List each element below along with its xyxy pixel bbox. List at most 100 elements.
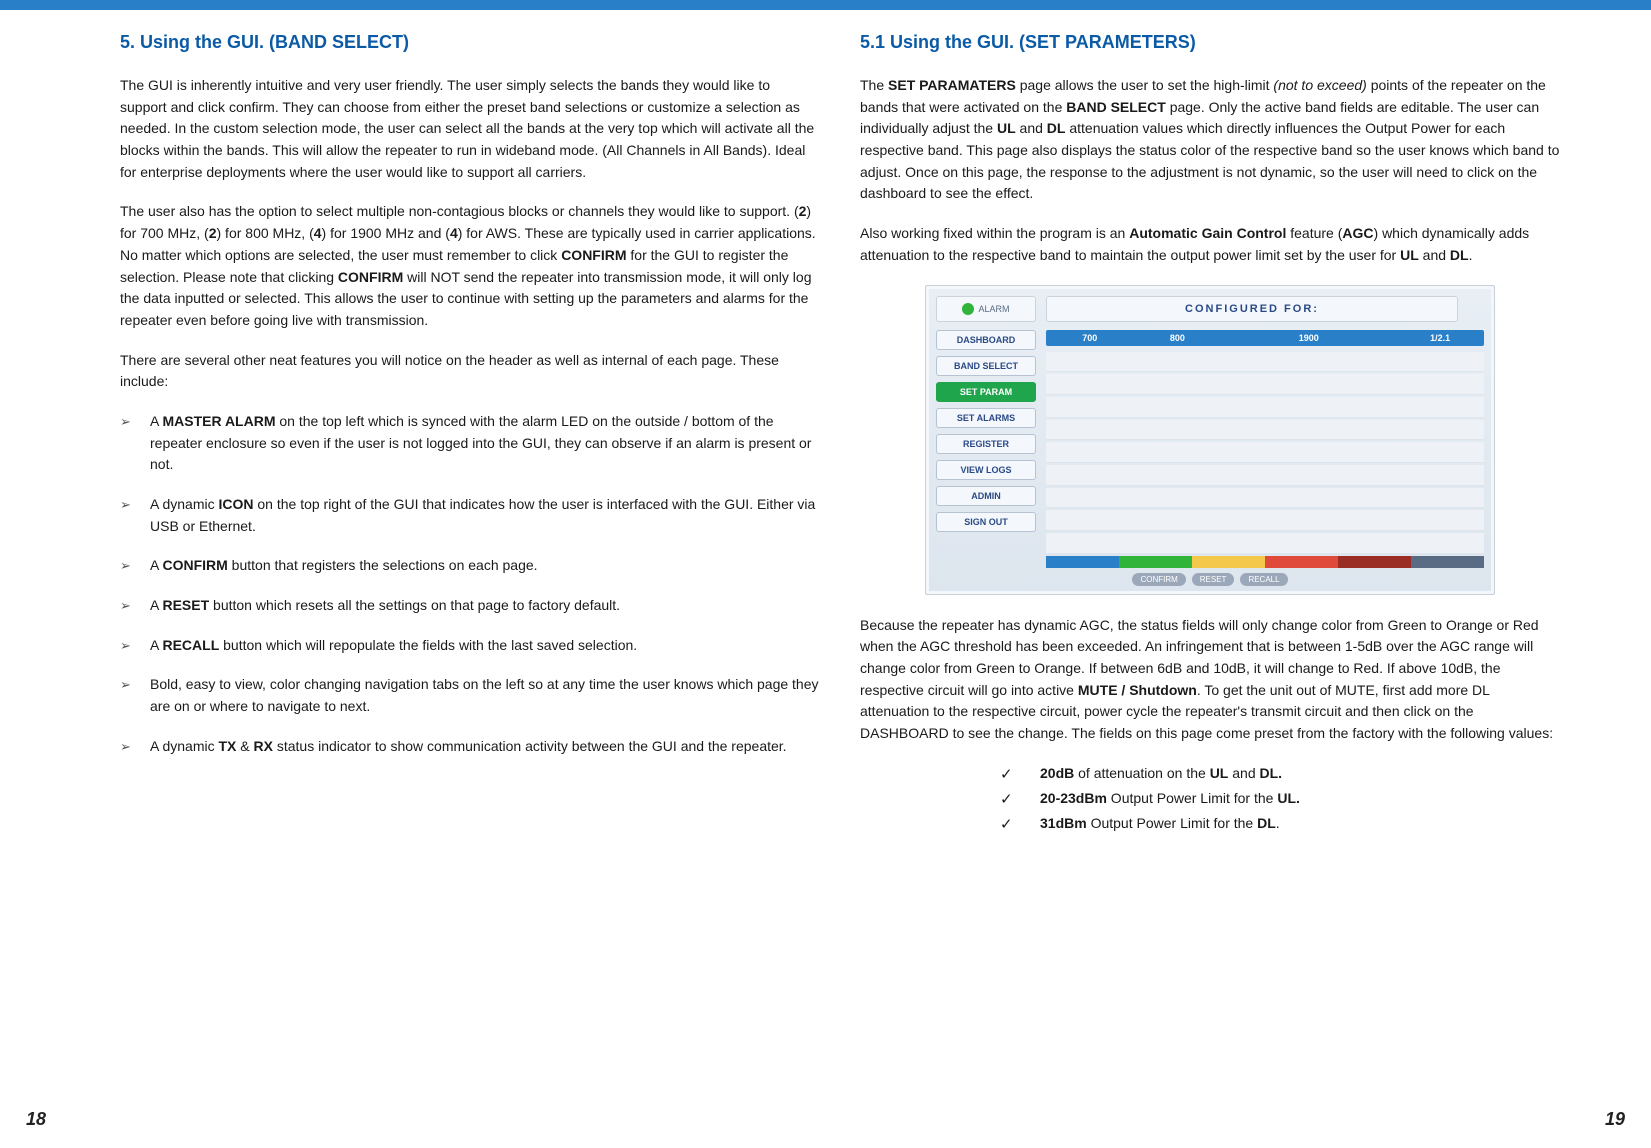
- list-item: ➢ A RECALL button which will repopulate …: [120, 635, 820, 657]
- bullet-text: Bold, easy to view, color changing navig…: [150, 674, 820, 717]
- kw: CONFIRM: [338, 269, 403, 285]
- kw: RX: [254, 738, 273, 754]
- table-row: [1046, 533, 1484, 554]
- table-row: [1046, 397, 1484, 418]
- bullet-text: A RECALL button which will repopulate th…: [150, 635, 820, 657]
- confirm-button[interactable]: CONFIRM: [1132, 573, 1185, 586]
- t: A dynamic: [150, 496, 218, 512]
- section-title-left: 5. Using the GUI. (BAND SELECT): [120, 32, 820, 53]
- list-item: ➢ A dynamic ICON on the top right of the…: [120, 494, 820, 537]
- status-swatch: [1411, 556, 1484, 568]
- kw: DL: [1047, 120, 1066, 136]
- kw: 31dBm: [1040, 815, 1087, 831]
- table-row: [1046, 488, 1484, 509]
- band-aws: 1/2.1: [1396, 330, 1484, 346]
- right-para-2: Also working fixed within the program is…: [860, 223, 1560, 266]
- alarm-indicator: ALARM: [936, 296, 1036, 322]
- recall-button[interactable]: RECALL: [1240, 573, 1287, 586]
- status-swatch: [1046, 556, 1119, 568]
- kw: BAND SELECT: [1066, 99, 1166, 115]
- page-right: 5.1 Using the GUI. (SET PARAMETERS) The …: [860, 32, 1560, 838]
- section-title-right: 5.1 Using the GUI. (SET PARAMETERS): [860, 32, 1560, 53]
- bullet-text: A dynamic ICON on the top right of the G…: [150, 494, 820, 537]
- t: ) for 800 MHz, (: [217, 225, 314, 241]
- param-grid: [1046, 352, 1484, 554]
- kw: UL: [1400, 247, 1419, 263]
- table-row: [1046, 442, 1484, 463]
- list-item: ➢ A dynamic TX & RX status indicator to …: [120, 736, 820, 758]
- kw: MASTER ALARM: [162, 413, 275, 429]
- n: 4: [314, 225, 322, 241]
- band-header-row: 700 800 1900 1/2.1: [1046, 330, 1484, 346]
- t: A: [150, 597, 162, 613]
- t: ) for 1900 MHz and (: [322, 225, 450, 241]
- left-bullet-list: ➢ A MASTER ALARM on the top left which i…: [120, 411, 820, 758]
- kw: CONFIRM: [561, 247, 626, 263]
- status-swatch: [1119, 556, 1192, 568]
- t: page allows the user to set the high-lim…: [1016, 77, 1274, 93]
- nav-tabs: DASHBOARD BAND SELECT SET PARAM SET ALAR…: [936, 330, 1036, 532]
- nav-set-param[interactable]: SET PARAM: [936, 382, 1036, 402]
- kw: UL: [997, 120, 1016, 136]
- alarm-label: ALARM: [978, 304, 1009, 314]
- nav-sign-out[interactable]: SIGN OUT: [936, 512, 1036, 532]
- reset-button[interactable]: RESET: [1192, 573, 1235, 586]
- t: and: [1228, 765, 1259, 781]
- right-para-3: Because the repeater has dynamic AGC, th…: [860, 615, 1560, 745]
- status-swatch: [1192, 556, 1265, 568]
- t: button that registers the selections on …: [228, 557, 538, 573]
- factory-values-list: ✓ 20dB of attenuation on the UL and DL. …: [1000, 763, 1560, 837]
- check-text: 20-23dBm Output Power Limit for the UL.: [1040, 788, 1300, 810]
- bullet-icon: ➢: [120, 555, 150, 576]
- document-top-bar: [0, 0, 1651, 10]
- status-swatch: [1265, 556, 1338, 568]
- page-number-right: 19: [1605, 1109, 1625, 1130]
- kw: AGC: [1342, 225, 1373, 241]
- t: A: [150, 637, 162, 653]
- band-700: 700: [1046, 330, 1134, 346]
- t: .: [1276, 815, 1280, 831]
- table-row: [1046, 465, 1484, 486]
- list-item: ➢ A CONFIRM button that registers the se…: [120, 555, 820, 577]
- kw: MUTE / Shutdown: [1078, 682, 1197, 698]
- nav-register[interactable]: REGISTER: [936, 434, 1036, 454]
- list-item: ➢ A MASTER ALARM on the top left which i…: [120, 411, 820, 476]
- bullet-icon: ➢: [120, 635, 150, 656]
- check-icon: ✓: [1000, 813, 1040, 836]
- left-para-1: The GUI is inherently intuitive and very…: [120, 75, 820, 183]
- kw: Automatic Gain Control: [1129, 225, 1286, 241]
- kw: SET PARAMATERS: [888, 77, 1016, 93]
- table-row: [1046, 352, 1484, 373]
- nav-band-select[interactable]: BAND SELECT: [936, 356, 1036, 376]
- t: The user also has the option to select m…: [120, 203, 799, 219]
- t: Also working fixed within the program is…: [860, 225, 1129, 241]
- check-text: 20dB of attenuation on the UL and DL.: [1040, 763, 1282, 785]
- n: 4: [450, 225, 458, 241]
- nav-dashboard[interactable]: DASHBOARD: [936, 330, 1036, 350]
- bullet-icon: ➢: [120, 736, 150, 757]
- list-item: ➢ Bold, easy to view, color changing nav…: [120, 674, 820, 717]
- kw: RECALL: [162, 637, 219, 653]
- em: (not to exceed): [1273, 77, 1366, 93]
- nav-set-alarms[interactable]: SET ALARMS: [936, 408, 1036, 428]
- check-text: 31dBm Output Power Limit for the DL.: [1040, 813, 1280, 835]
- t: The: [860, 77, 888, 93]
- kw: RESET: [162, 597, 209, 613]
- t: A: [150, 413, 162, 429]
- kw: UL.: [1277, 790, 1300, 806]
- right-para-1: The SET PARAMATERS page allows the user …: [860, 75, 1560, 205]
- t: button which resets all the settings on …: [209, 597, 620, 613]
- t: Output Power Limit for the: [1107, 790, 1277, 806]
- t: button which will repopulate the fields …: [219, 637, 637, 653]
- t: and: [1016, 120, 1047, 136]
- kw: ICON: [218, 496, 253, 512]
- band-800: 800: [1134, 330, 1222, 346]
- kw: DL.: [1260, 765, 1283, 781]
- kw: DL: [1257, 815, 1276, 831]
- bullet-text: A dynamic TX & RX status indicator to sh…: [150, 736, 820, 758]
- list-item: ✓ 20-23dBm Output Power Limit for the UL…: [1000, 788, 1560, 811]
- nav-view-logs[interactable]: VIEW LOGS: [936, 460, 1036, 480]
- nav-admin[interactable]: ADMIN: [936, 486, 1036, 506]
- footer-buttons: CONFIRM RESET RECALL: [936, 572, 1484, 588]
- left-para-3: There are several other neat features yo…: [120, 350, 820, 393]
